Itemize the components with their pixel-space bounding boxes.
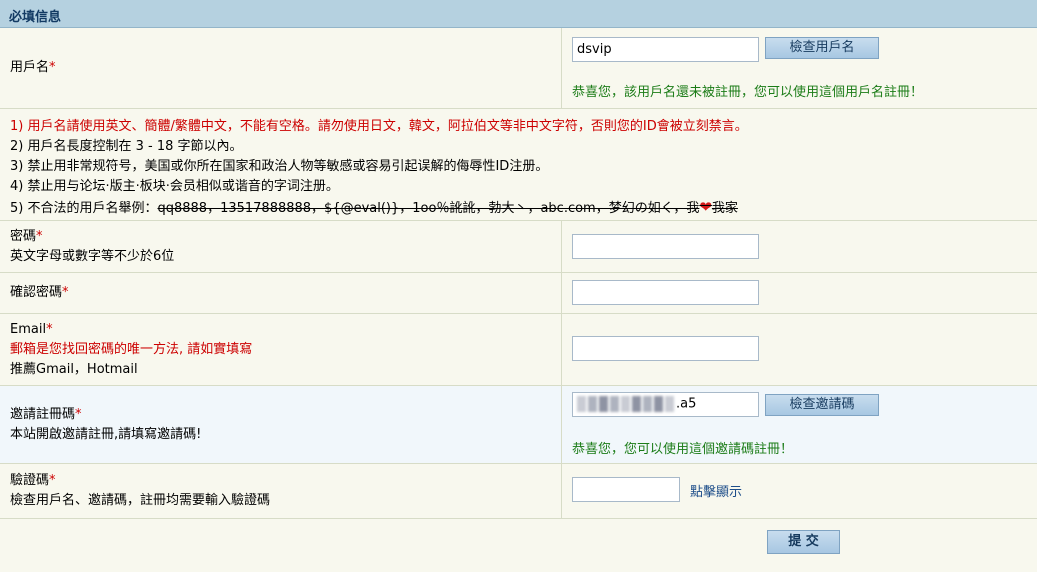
check-invite-button[interactable]: 檢查邀請碼 — [765, 394, 879, 416]
password-input[interactable] — [572, 234, 759, 259]
email-label-cell: Email* 郵箱是您找回密碼的唯一方法, 請如實填寫 推薦Gmail，Hotm… — [0, 314, 562, 385]
password-input-cell — [562, 221, 1037, 272]
password-hint: 英文字母或數字等不少於6位 — [10, 248, 175, 264]
confirm-password-row: 確認密碼* — [0, 273, 1037, 314]
show-captcha-link[interactable]: 點擊顯示 — [690, 481, 742, 500]
invalid-examples: qq8888，13517888888，${@eval()}，1oo％訛訛，勃大丶… — [157, 198, 738, 216]
password-row: 密碼* 英文字母或數字等不少於6位 — [0, 221, 1037, 273]
username-input-cell: 檢查用戶名 恭喜您，該用戶名還未被註冊，您可以使用這個用戶名註冊！ — [562, 28, 1037, 108]
confirm-password-label-cell: 確認密碼* — [0, 273, 562, 313]
rule-3: 3) 禁止用非常规符号，美国或你所在国家和政治人物等敏感或容易引起误解的侮辱性I… — [10, 159, 549, 174]
captcha-label: 驗證碼 — [10, 473, 50, 488]
redacted-code — [577, 396, 676, 412]
invite-input-cell: .a5 檢查邀請碼 恭喜您，您可以使用這個邀請碼註冊！ — [562, 386, 1037, 463]
required-mark: * — [49, 60, 56, 75]
section-title: 必填信息 — [9, 10, 62, 25]
form-footer: 提 交 — [0, 519, 1037, 570]
captcha-row: 驗證碼* 檢查用戶名、邀請碼，註冊均需要輸入驗證碼 點擊顯示 — [0, 464, 1037, 519]
section-header: 必填信息 — [0, 0, 1037, 28]
password-label-cell: 密碼* 英文字母或數字等不少於6位 — [0, 221, 562, 272]
rule-5: 5) 不合法的用戶名舉例：qq8888，13517888888，${@eval(… — [10, 198, 738, 216]
invite-status: 恭喜您，您可以使用這個邀請碼註冊！ — [572, 442, 794, 457]
rule-1: 1) 用戶名請使用英文、簡體/繁體中文，不能有空格。請勿使用日文，韓文，阿拉伯文… — [10, 119, 748, 134]
submit-button[interactable]: 提 交 — [767, 530, 840, 554]
username-label-cell: 用戶名* — [0, 28, 562, 108]
username-input[interactable] — [572, 37, 759, 62]
captcha-input-cell: 點擊顯示 — [562, 464, 1037, 518]
invite-code-input[interactable]: .a5 — [572, 392, 759, 417]
email-input-cell — [562, 314, 1037, 385]
confirm-password-input[interactable] — [572, 280, 759, 305]
check-username-button[interactable]: 檢查用戶名 — [765, 37, 879, 59]
invite-hint: 本站開啟邀請註冊,請填寫邀請碼! — [10, 426, 202, 442]
captcha-hint: 檢查用戶名、邀請碼，註冊均需要輸入驗證碼 — [10, 493, 271, 508]
invite-label: 邀請註冊碼 — [10, 406, 76, 422]
captcha-label-cell: 驗證碼* 檢查用戶名、邀請碼，註冊均需要輸入驗證碼 — [0, 464, 562, 518]
heart-icon: ❤ — [699, 198, 712, 216]
rule-2: 2) 用戶名長度控制在 3 - 18 字節以內。 — [10, 139, 243, 154]
username-status: 恭喜您，該用戶名還未被註冊，您可以使用這個用戶名註冊！ — [572, 85, 924, 100]
username-rules: 1) 用戶名請使用英文、簡體/繁體中文，不能有空格。請勿使用日文，韓文，阿拉伯文… — [0, 109, 1037, 221]
invite-label-cell: 邀請註冊碼* 本站開啟邀請註冊,請填寫邀請碼! — [0, 386, 562, 463]
username-label: 用戶名 — [10, 60, 50, 75]
captcha-input[interactable] — [572, 477, 680, 502]
rule-4: 4) 禁止用与论坛·版主·板块·会员相似或谐音的字词注册。 — [10, 179, 339, 194]
invite-row: 邀請註冊碼* 本站開啟邀請註冊,請填寫邀請碼! .a5 檢查邀請碼 恭喜您，您可… — [0, 386, 1037, 464]
email-hint-important: 郵箱是您找回密碼的唯一方法, 請如實填寫 — [10, 341, 253, 357]
username-row: 用戶名* 檢查用戶名 恭喜您，該用戶名還未被註冊，您可以使用這個用戶名註冊！ — [0, 28, 1037, 109]
email-label: Email — [10, 321, 47, 337]
email-field[interactable] — [572, 336, 759, 361]
email-hint: 推薦Gmail，Hotmail — [10, 361, 138, 377]
email-row: Email* 郵箱是您找回密碼的唯一方法, 請如實填寫 推薦Gmail，Hotm… — [0, 314, 1037, 386]
confirm-password-input-cell — [562, 273, 1037, 313]
password-label: 密碼 — [10, 228, 37, 244]
confirm-password-label: 確認密碼 — [10, 285, 63, 300]
invite-code-visible-suffix: .a5 — [676, 396, 697, 412]
